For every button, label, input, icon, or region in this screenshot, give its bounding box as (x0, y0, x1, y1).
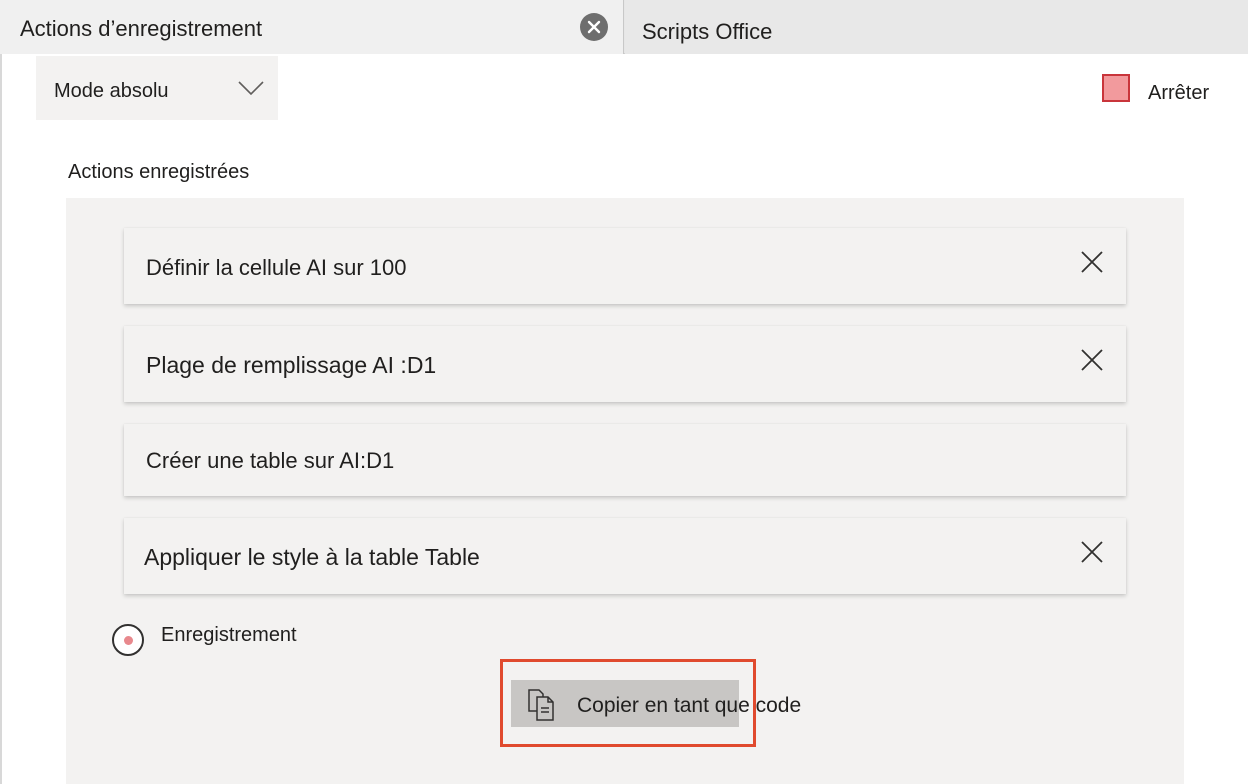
recorded-actions-panel: Définir la cellule AI sur 100 Plage de r… (66, 198, 1184, 784)
tab-label: Scripts Office (642, 19, 773, 44)
action-label: Créer une table sur AI:D1 (146, 448, 395, 473)
copy-document-icon (528, 689, 554, 721)
action-label: Plage de remplissage AI :D1 (146, 352, 437, 378)
recording-dot (124, 636, 133, 645)
delete-action-icon[interactable] (1080, 540, 1104, 564)
action-label: Définir la cellule AI sur 100 (146, 255, 407, 280)
close-tab-button[interactable] (580, 13, 608, 41)
section-title: Actions enregistrées (68, 161, 250, 183)
close-icon (587, 20, 601, 34)
delete-action-icon[interactable] (1080, 250, 1104, 274)
tab-bar: Actions d’enregistrement Scripts Office (0, 0, 1248, 54)
action-item[interactable]: Appliquer le style à la table Table (124, 518, 1126, 594)
mode-dropdown[interactable]: Mode absolu (36, 56, 278, 120)
delete-action-icon[interactable] (1080, 348, 1104, 372)
tab-label: Actions d’enregistrement (20, 16, 263, 41)
recording-label: Enregistrement (161, 624, 297, 646)
action-label: Appliquer le style à la table Table (144, 544, 480, 570)
chevron-down-icon (238, 81, 264, 96)
tab-recording-actions[interactable]: Actions d’enregistrement (0, 0, 624, 54)
stop-icon (1102, 74, 1130, 102)
stop-label: Arrêter (1148, 82, 1210, 104)
pane-left-border (0, 54, 2, 784)
copy-button-label: Copier en tant que code (577, 694, 802, 717)
mode-dropdown-label: Mode absolu (54, 80, 169, 102)
copy-as-code-button[interactable]: Copier en tant que code (511, 680, 801, 727)
action-item[interactable]: Plage de remplissage AI :D1 (124, 326, 1126, 402)
action-item[interactable]: Créer une table sur AI:D1 (124, 424, 1126, 496)
recording-indicator-icon (112, 624, 144, 656)
action-item[interactable]: Définir la cellule AI sur 100 (124, 228, 1126, 304)
tab-office-scripts[interactable]: Scripts Office (625, 0, 1248, 54)
